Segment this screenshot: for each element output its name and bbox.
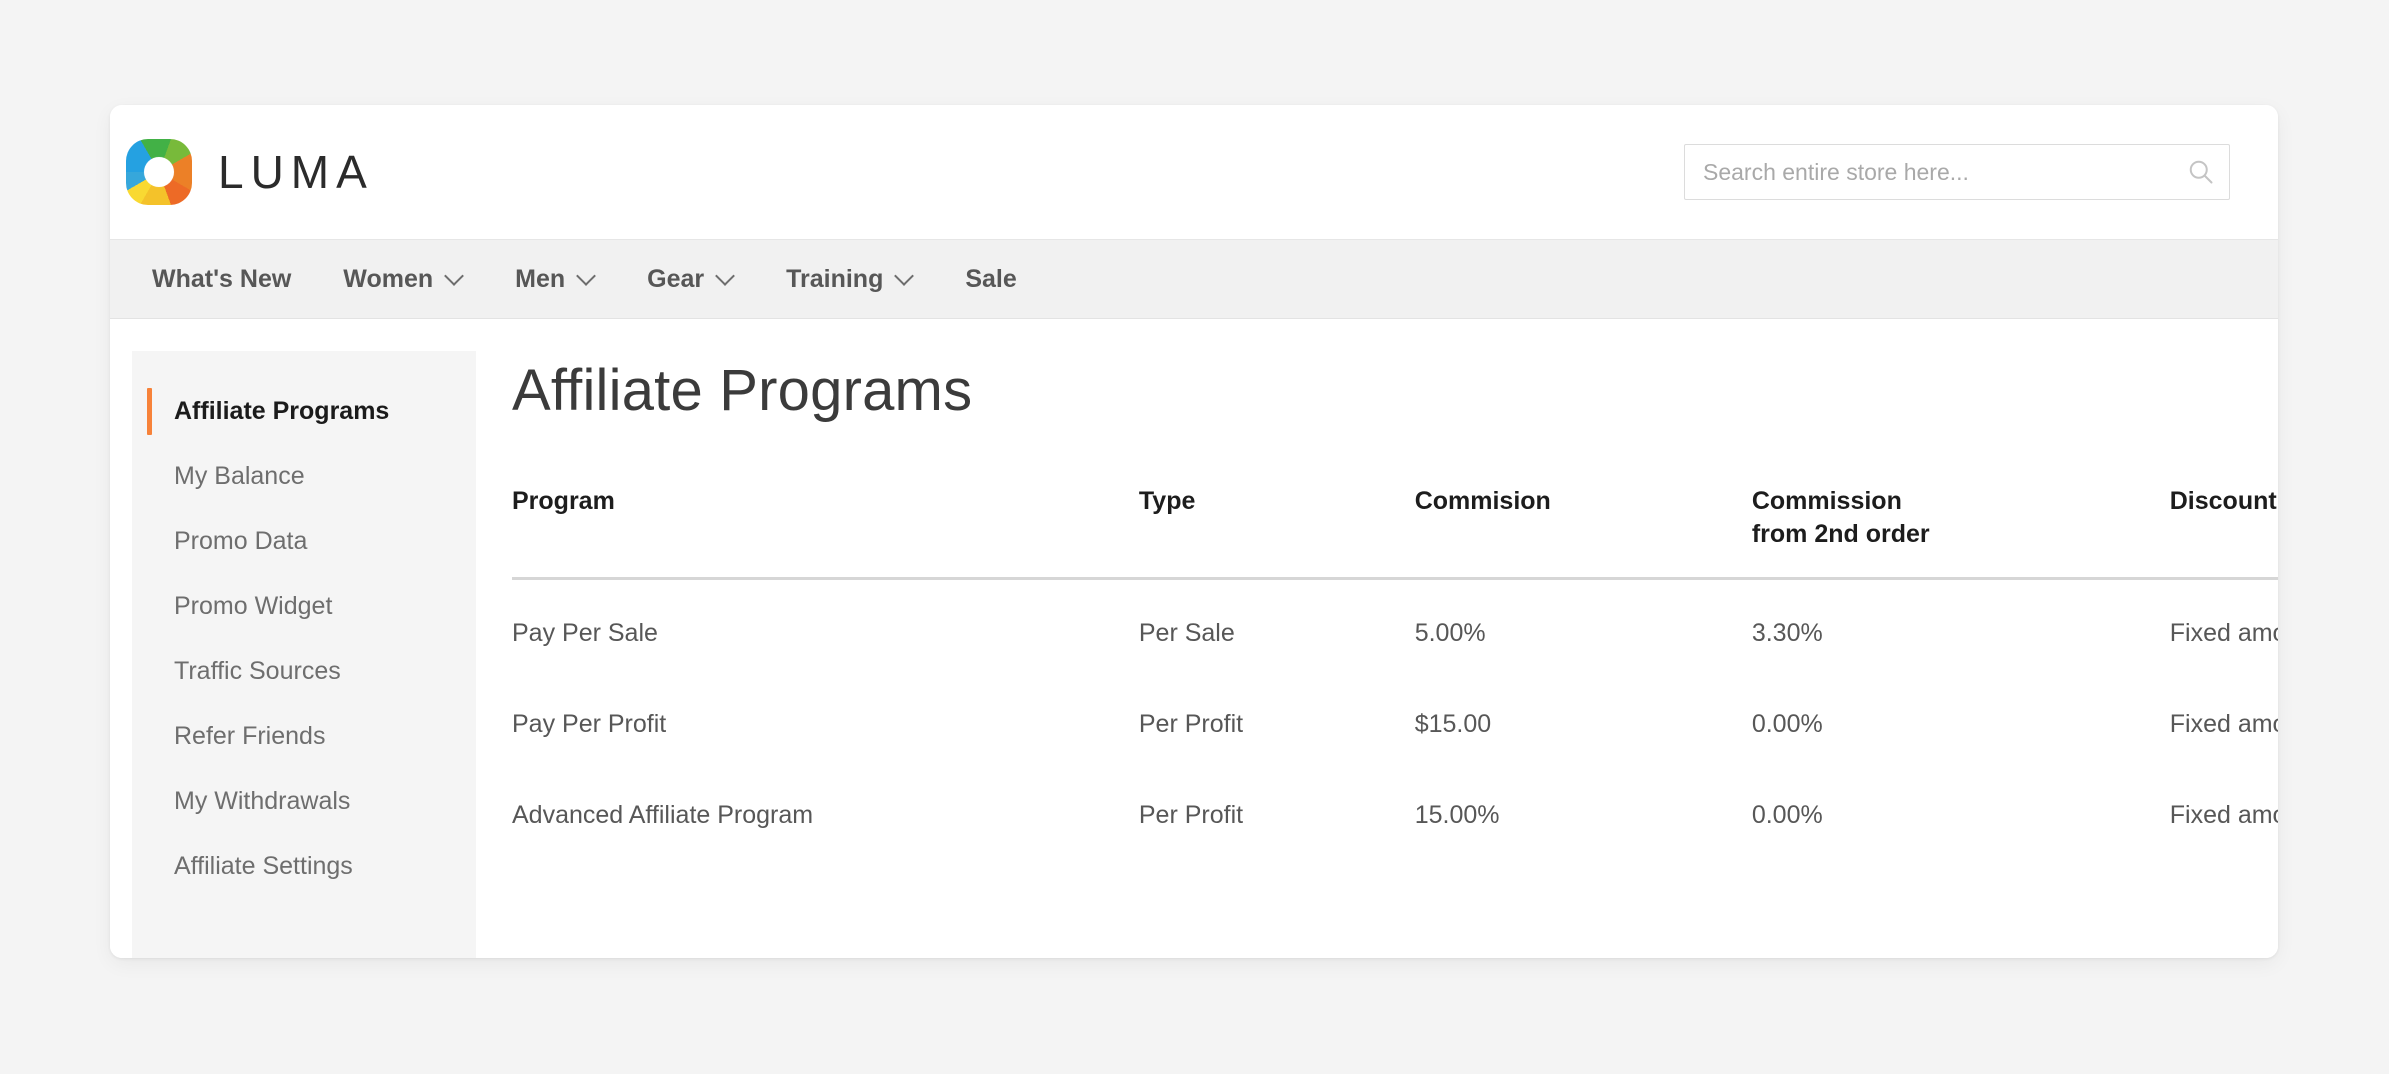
nav-item-label: Training — [786, 264, 884, 293]
chevron-down-icon — [717, 268, 734, 285]
search-input[interactable] — [1684, 144, 2230, 200]
sidebar-item-promo-data[interactable]: Promo Data — [132, 509, 476, 574]
page-root: LUMA What's New Women — [0, 0, 2389, 1074]
column-header-commission-from-2nd-order: Commission from 2nd order — [1752, 485, 2170, 579]
cell-commision: 15.00% — [1414, 800, 1500, 829]
nav-item-label: Gear — [647, 264, 705, 293]
sidebar-item-affiliate-programs[interactable]: Affiliate Programs — [132, 379, 476, 444]
cell-type: Per Profit — [1138, 709, 1244, 738]
nav-item-whats-new[interactable]: What's New — [126, 265, 317, 294]
store-page-card: LUMA What's New Women — [110, 105, 2278, 958]
nav-item-men[interactable]: Men — [489, 265, 621, 294]
luma-ring-icon — [126, 139, 192, 205]
chevron-down-icon — [446, 268, 463, 285]
search-box — [1684, 144, 2230, 200]
column-header-program: Program — [512, 486, 615, 515]
account-sidebar: Affiliate Programs My Balance Promo Data… — [132, 351, 476, 958]
page-body: Affiliate Programs My Balance Promo Data… — [110, 319, 2278, 958]
cell-commission-from-2nd-order: 3.30% — [1751, 618, 1823, 647]
nav-item-women[interactable]: Women — [317, 265, 489, 294]
table-body: Pay Per Sale Per Sale 5.00% 3.30% Fixed … — [512, 578, 2278, 860]
cell-type: Per Profit — [1138, 800, 1244, 829]
sidebar-item-label: Refer Friends — [174, 722, 326, 750]
nav-item-label: Sale — [965, 264, 1017, 293]
cell-discount-type: Fixed amount discount — [2169, 618, 2278, 647]
sidebar-item-label: Traffic Sources — [174, 657, 341, 685]
nav-item-gear[interactable]: Gear — [621, 265, 760, 294]
cell-type: Per Sale — [1138, 618, 1235, 647]
sidebar-item-my-balance[interactable]: My Balance — [132, 444, 476, 509]
column-header-commision: Commision — [1414, 486, 1551, 515]
column-header-type: Type — [1138, 486, 1196, 515]
column-header-discount-type: Discount Type — [2169, 486, 2278, 515]
sidebar-item-label: Promo Widget — [174, 592, 333, 620]
sidebar-item-traffic-sources[interactable]: Traffic Sources — [132, 639, 476, 704]
sidebar-item-label: Affiliate Programs — [174, 397, 390, 425]
cell-discount-type: Fixed amount discount — [2169, 800, 2278, 829]
brand-name: LUMA — [218, 146, 374, 198]
table-row: Advanced Affiliate Program Per Profit 15… — [512, 769, 2278, 860]
search-icon[interactable] — [2184, 155, 2218, 189]
sidebar-item-label: Affiliate Settings — [174, 852, 353, 880]
table-row: Pay Per Profit Per Profit $15.00 0.00% F… — [512, 678, 2278, 769]
sidebar-item-affiliate-settings[interactable]: Affiliate Settings — [132, 834, 476, 899]
table-header-row: Program Type Commision Commission from 2… — [512, 485, 2278, 579]
cell-commission-from-2nd-order: 0.00% — [1751, 709, 1823, 738]
table-row: Pay Per Sale Per Sale 5.00% 3.30% Fixed … — [512, 578, 2278, 678]
site-header: LUMA — [110, 105, 2278, 239]
nav-item-label: Men — [515, 264, 566, 293]
sidebar-item-label: My Balance — [174, 462, 305, 490]
cell-commision: $15.00 — [1414, 709, 1492, 738]
main-navigation: What's New Women Men Gear Training Sale — [110, 239, 2278, 319]
main-content: Affiliate Programs Program Type Commisio… — [476, 319, 2278, 958]
sidebar-item-my-withdrawals[interactable]: My Withdrawals — [132, 769, 476, 834]
sidebar-item-refer-friends[interactable]: Refer Friends — [132, 704, 476, 769]
cell-discount-type: Fixed amount discount — [2169, 709, 2278, 738]
cell-program: Advanced Affiliate Program — [512, 800, 814, 829]
cell-commision: 5.00% — [1414, 618, 1486, 647]
cell-program: Pay Per Profit — [512, 709, 667, 738]
affiliate-programs-table: Program Type Commision Commission from 2… — [512, 485, 2278, 860]
page-title: Affiliate Programs — [512, 358, 973, 423]
nav-item-sale[interactable]: Sale — [939, 265, 1042, 294]
sidebar-item-label: My Withdrawals — [174, 787, 351, 815]
sidebar-item-promo-widget[interactable]: Promo Widget — [132, 574, 476, 639]
chevron-down-icon — [578, 268, 595, 285]
sidebar-item-label: Promo Data — [174, 527, 308, 555]
cell-commission-from-2nd-order: 0.00% — [1751, 800, 1823, 829]
table-head: Program Type Commision Commission from 2… — [512, 485, 2278, 579]
column-header-line-2: from 2nd order — [1751, 519, 1930, 548]
cell-program: Pay Per Sale — [512, 618, 658, 647]
nav-item-label: Women — [343, 264, 434, 293]
chevron-down-icon — [896, 268, 913, 285]
column-header-line-1: Commission — [1751, 486, 1902, 515]
nav-item-training[interactable]: Training — [760, 265, 939, 294]
nav-item-label: What's New — [152, 264, 292, 293]
brand-logo-link[interactable]: LUMA — [126, 139, 374, 205]
